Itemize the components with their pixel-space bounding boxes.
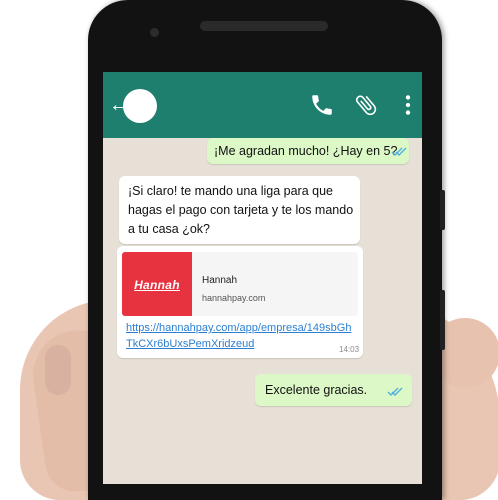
paperclip-icon[interactable] xyxy=(353,92,379,118)
avatar[interactable] xyxy=(123,89,157,123)
message-text: Excelente gracias. xyxy=(265,383,368,397)
phone-speaker xyxy=(200,21,328,31)
more-vert-icon[interactable] xyxy=(395,92,421,118)
volume-button[interactable] xyxy=(440,190,445,230)
phone-icon[interactable] xyxy=(309,92,335,118)
thumbnail xyxy=(45,345,71,395)
message-time: 14:03 xyxy=(339,345,360,354)
message-outgoing[interactable]: Excelente gracias. xyxy=(255,374,412,406)
message-incoming[interactable]: ¡Si claro! te mando una liga para que ha… xyxy=(119,176,360,244)
link-preview-card[interactable]: Hannah Hannah hannahpay.com xyxy=(122,252,358,316)
read-receipt-icon xyxy=(387,387,403,396)
front-camera xyxy=(150,28,159,37)
message-text: ¡Me agradan mucho! ¿Hay en 5? xyxy=(214,144,398,158)
read-receipt-icon xyxy=(391,147,407,156)
payment-link[interactable]: https://hannahpay.com/app/empresa/149sbG… xyxy=(126,320,354,352)
preview-title: Hannah xyxy=(202,275,238,286)
chat-header: ← xyxy=(103,72,422,138)
message-incoming-link[interactable]: Hannah Hannah hannahpay.com https://hann… xyxy=(117,246,363,358)
chat-screen: ← ¡Me agradan mucho! ¿Hay en 5? ¡Si clar… xyxy=(103,72,422,484)
power-button[interactable] xyxy=(440,290,445,350)
message-text: ¡Si claro! te mando una liga para que ha… xyxy=(128,184,354,236)
preview-domain: hannahpay.com xyxy=(202,293,266,303)
brand-logo: Hannah xyxy=(122,252,192,316)
message-outgoing[interactable]: ¡Me agradan mucho! ¿Hay en 5? xyxy=(207,138,409,164)
